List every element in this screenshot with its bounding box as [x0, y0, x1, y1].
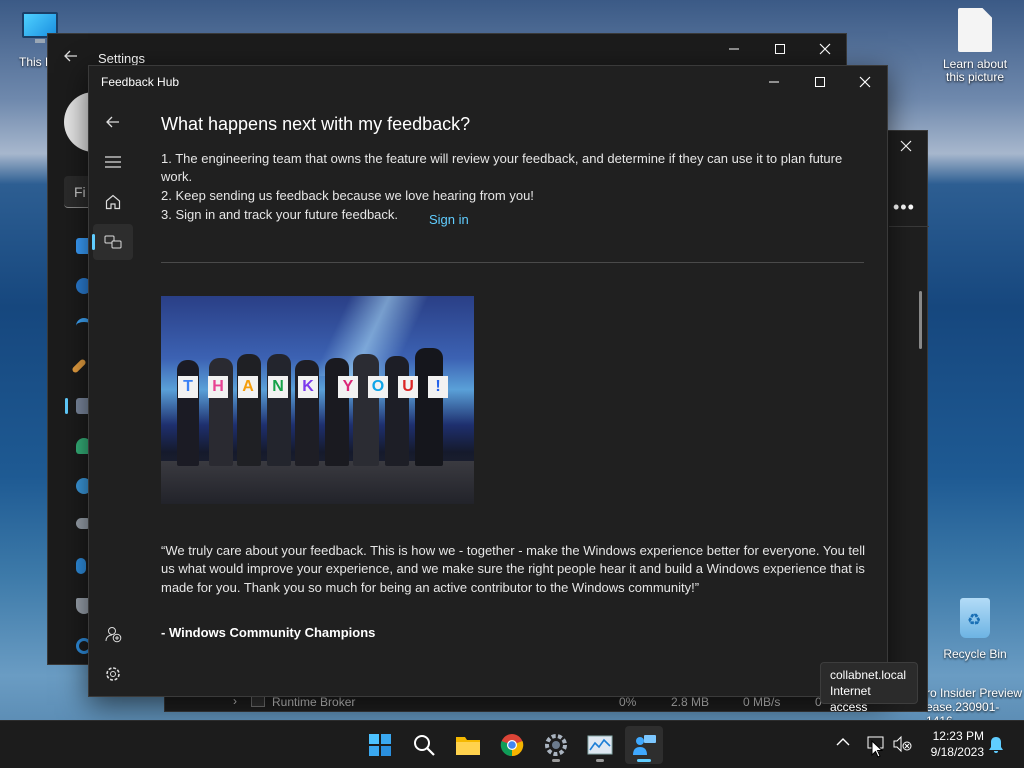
settings-app-icon — [545, 734, 567, 756]
settings-app-button[interactable] — [537, 726, 575, 764]
tooltip-line-2: Internet access — [830, 684, 871, 714]
task-manager-icon — [587, 735, 613, 755]
step-1: 1. The engineering team that owns the fe… — [161, 151, 843, 184]
feedback-close-button[interactable] — [842, 67, 888, 97]
volume-muted-icon — [893, 735, 912, 753]
step-3: 3. Sign in and track your future feedbac… — [161, 207, 399, 222]
task-manager-divider — [889, 226, 929, 227]
network-tooltip: collabnet.local Internet access — [820, 662, 918, 714]
feedback-minimize-button[interactable] — [751, 67, 797, 97]
quote-signature: - Windows Community Champions — [161, 625, 376, 640]
bell-icon — [989, 737, 1003, 753]
thank-you-letters: T H A N K Y O U ! — [178, 376, 468, 400]
file-explorer-icon — [456, 737, 480, 755]
process-disk: 0 MB/s — [743, 695, 781, 709]
volume-button[interactable] — [892, 735, 912, 753]
feedback-maximize-button[interactable] — [797, 67, 843, 97]
start-icon — [369, 734, 391, 756]
document-icon — [958, 8, 992, 52]
step-2: 2. Keep sending us feedback because we l… — [161, 188, 534, 203]
process-cpu: 0% — [619, 695, 637, 709]
mouse-cursor-icon — [871, 740, 883, 758]
clock-time: 12:23 PM — [932, 729, 984, 743]
clock-date: 9/18/2023 — [930, 745, 984, 759]
maximize-icon — [775, 44, 785, 54]
task-manager-scrollbar[interactable] — [919, 291, 922, 349]
gear-icon — [106, 667, 120, 681]
maximize-icon — [815, 77, 825, 87]
sign-in-link[interactable]: Sign in — [429, 212, 469, 227]
task-manager-button[interactable] — [581, 726, 619, 764]
more-options-icon[interactable]: ••• — [893, 197, 915, 218]
page-title: What happens next with my feedback? — [161, 114, 471, 134]
home-icon — [105, 194, 121, 210]
account-add-icon — [105, 627, 122, 643]
close-icon — [819, 43, 831, 55]
feedback-hub-title: Feedback Hub — [101, 75, 180, 89]
community-quote: “We truly care about your feedback. This… — [161, 543, 866, 595]
menu-button[interactable] — [93, 144, 133, 180]
file-explorer-button[interactable] — [449, 726, 487, 764]
accessibility-icon[interactable] — [76, 558, 86, 574]
close-icon — [859, 76, 871, 88]
back-arrow-icon — [106, 116, 119, 128]
nav-home[interactable] — [93, 184, 133, 220]
nav-selected-indicator — [92, 234, 95, 250]
start-button[interactable] — [361, 726, 399, 764]
learn-about-picture-label: Learn about this picture — [942, 57, 1008, 84]
notifications-button[interactable] — [988, 736, 1004, 754]
process-name: Runtime Broker — [272, 695, 356, 709]
chrome-icon — [500, 734, 524, 757]
tooltip-line-1: collabnet.local — [830, 668, 907, 682]
feedback-hub-window[interactable]: Feedback Hub What happens next with my f… — [88, 65, 888, 697]
personalization-icon[interactable] — [71, 358, 87, 374]
desktop-icon-learn-about-picture[interactable]: Learn about this picture — [938, 8, 1012, 92]
close-icon — [900, 140, 912, 152]
section-divider — [161, 262, 864, 263]
recycle-bin-icon: ♻ — [958, 598, 992, 638]
settings-close-button[interactable] — [802, 34, 848, 64]
nav-feedback[interactable] — [92, 224, 133, 260]
settings-back-icon[interactable] — [64, 50, 78, 62]
steps-list: 1. The engineering team that owns the fe… — [161, 150, 861, 224]
process-memory: 2.8 MB — [671, 695, 710, 709]
search-icon — [414, 735, 435, 756]
recycle-bin-label: Recycle Bin — [943, 647, 1007, 661]
nav-account[interactable] — [93, 616, 133, 652]
nav-settings[interactable] — [93, 656, 133, 692]
people-row — [175, 348, 465, 474]
chrome-button[interactable] — [493, 726, 531, 764]
feedback-icon — [104, 235, 122, 249]
clock[interactable]: 12:23 PM 9/18/2023 — [920, 728, 984, 760]
settings-maximize-button[interactable] — [757, 34, 803, 64]
minimize-icon — [729, 48, 739, 50]
search-button[interactable] — [405, 726, 443, 764]
settings-minimize-button[interactable] — [711, 34, 757, 64]
chevron-up-icon — [836, 738, 850, 746]
hamburger-icon — [105, 156, 121, 168]
back-button[interactable] — [93, 104, 133, 140]
thank-you-image: T H A N K Y O U ! — [161, 296, 474, 504]
feedback-hub-button[interactable] — [625, 726, 663, 764]
show-hidden-icons-button[interactable] — [836, 737, 850, 747]
minimize-icon — [769, 81, 779, 83]
desktop-icon-recycle-bin[interactable]: ♻ Recycle Bin — [938, 598, 1012, 664]
feedback-hub-icon — [633, 735, 656, 755]
task-manager-close-button[interactable] — [883, 131, 929, 161]
settings-nav-selected-indicator — [65, 398, 68, 414]
settings-title: Settings — [98, 51, 145, 66]
